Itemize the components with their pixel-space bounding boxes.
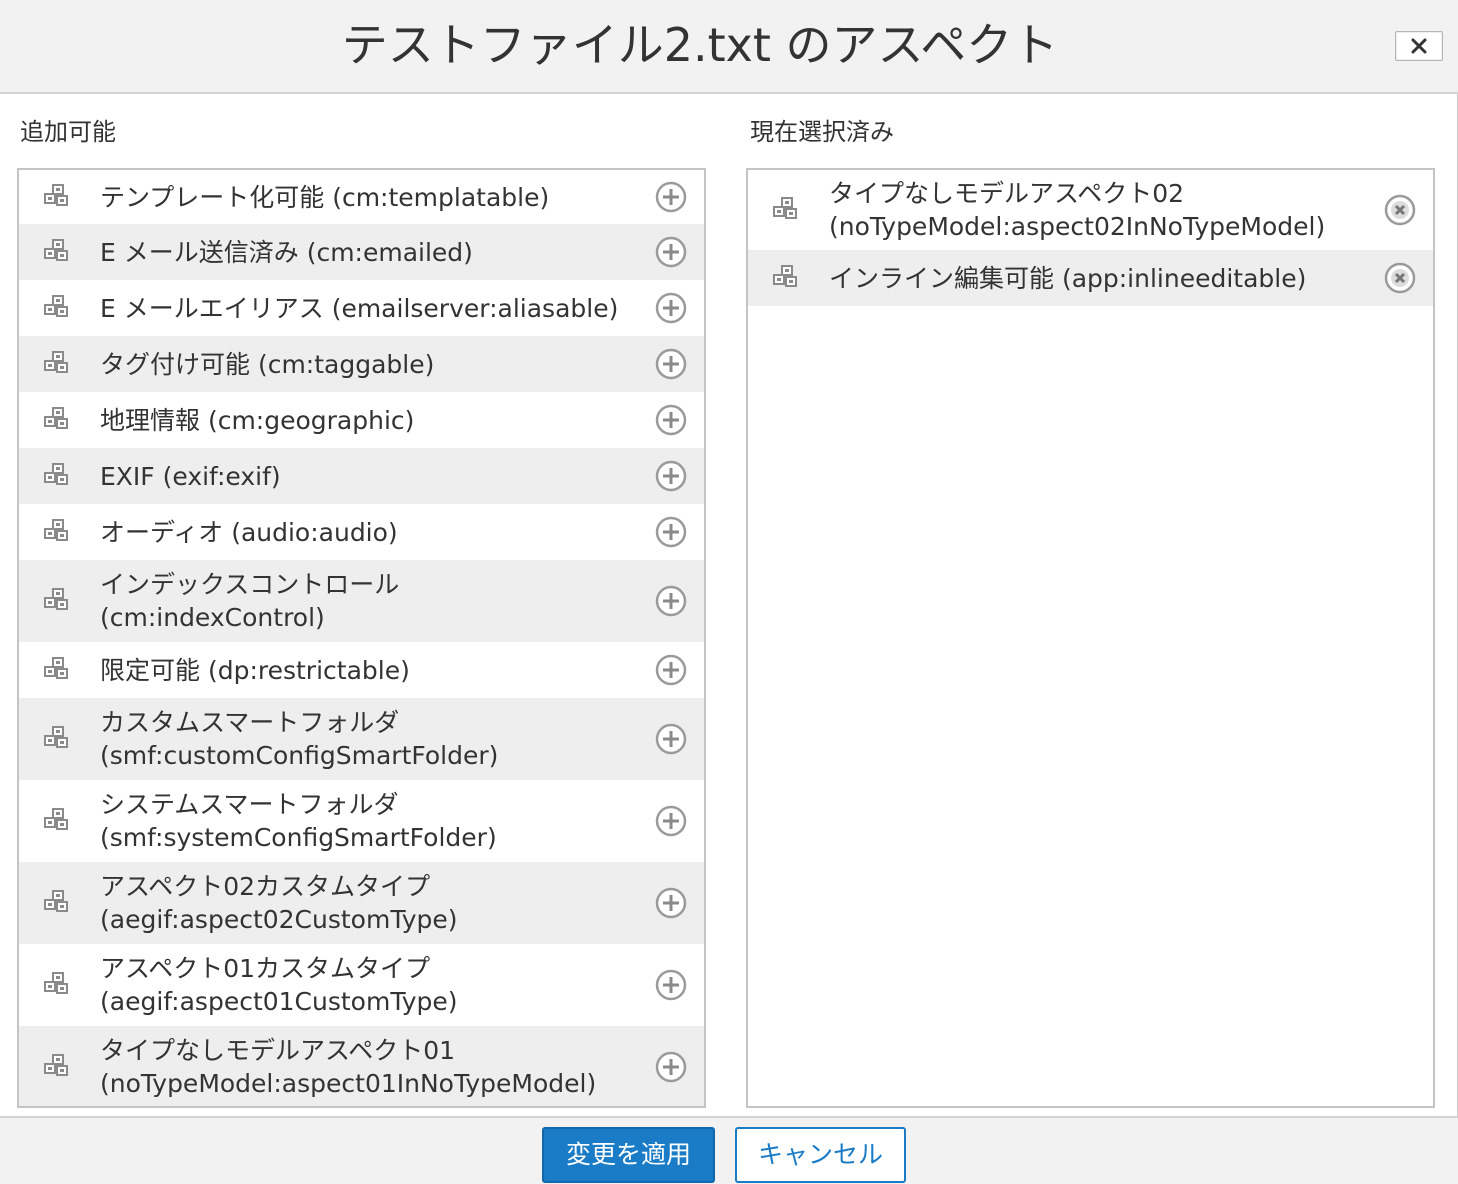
- aspect-label: タイプなしモデルアスペクト02 (noTypeModel:aspect02InNo…: [829, 177, 1325, 243]
- aspect-label-line: (smf:systemConfigSmartFolder): [100, 823, 497, 852]
- plus-circle-icon[interactable]: [654, 347, 688, 381]
- available-aspects-list[interactable]: テンプレート化可能 (cm:templatable) E メール送信済み (cm:…: [17, 168, 706, 1108]
- aspect-label: インデックスコントロール (cm:indexControl): [100, 568, 399, 634]
- aspect-row[interactable]: システムスマートフォルダ (smf:systemConfigSmartFolder…: [19, 780, 704, 862]
- aspect-label: 地理情報 (cm:geographic): [100, 404, 414, 437]
- aspect-row[interactable]: EXIF (exif:exif): [19, 448, 704, 504]
- aspect-cubes-icon: [44, 890, 68, 912]
- aspect-label-line: タイプなしモデルアスペクト02: [829, 179, 1185, 208]
- aspect-label-line: オーディオ (audio:audio): [100, 517, 398, 547]
- aspect-label: タイプなしモデルアスペクト01 (noTypeModel:aspect01InNo…: [100, 1034, 596, 1100]
- plus-circle-icon[interactable]: [654, 515, 688, 549]
- aspect-cubes-icon: [44, 351, 68, 373]
- aspect-label-line: (noTypeModel:aspect01InNoTypeModel): [100, 1069, 597, 1098]
- aspect-row[interactable]: タイプなしモデルアスペクト02 (noTypeModel:aspect02InNo…: [748, 170, 1433, 250]
- aspect-label: E メールエイリアス (emailserver:aliasable): [100, 292, 618, 325]
- aspect-label-line: 地理情報 (cm:geographic): [100, 405, 415, 435]
- aspect-label: EXIF (exif:exif): [100, 460, 281, 493]
- aspect-row[interactable]: E メールエイリアス (emailserver:aliasable): [19, 280, 704, 336]
- aspect-label-line: アスペクト02カスタムタイプ: [100, 872, 431, 901]
- dialog-title: テストファイル2.txt のアスペクト: [341, 18, 1059, 72]
- aspect-label-line: タグ付け可能 (cm:taggable): [100, 349, 435, 379]
- aspect-label-line: (smf:customConfigSmartFolder): [100, 741, 499, 770]
- aspect-cubes-icon: [44, 184, 68, 206]
- aspect-label-line: (aegif:aspect01CustomType): [100, 987, 458, 1016]
- aspect-label: カスタムスマートフォルダ (smf:customConfigSmartFolder…: [100, 706, 498, 772]
- plus-circle-icon[interactable]: [654, 291, 688, 325]
- aspect-cubes-icon: [44, 726, 68, 748]
- aspect-row[interactable]: インライン編集可能 (app:inlineeditable): [748, 250, 1433, 306]
- plus-circle-icon[interactable]: [654, 180, 688, 214]
- aspect-label-line: システムスマートフォルダ: [100, 790, 399, 819]
- aspect-label-line: インデックスコントロール: [100, 570, 400, 599]
- aspect-label-line: アスペクト01カスタムタイプ: [100, 954, 431, 983]
- aspect-cubes-icon: [44, 588, 68, 610]
- aspect-label: アスペクト02カスタムタイプ (aegif:aspect02CustomType): [100, 870, 458, 936]
- aspect-row[interactable]: テンプレート化可能 (cm:templatable): [19, 170, 704, 224]
- aspects-dialog: テストファイル2.txt のアスペクト 追加可能 現在選択済み テンプレート化可…: [0, 0, 1458, 1184]
- aspect-row[interactable]: アスペクト01カスタムタイプ (aegif:aspect01CustomType): [19, 944, 704, 1026]
- cancel-button[interactable]: キャンセル: [735, 1127, 906, 1183]
- aspect-row[interactable]: E メール送信済み (cm:emailed): [19, 224, 704, 280]
- aspect-cubes-icon: [44, 239, 68, 261]
- aspect-row[interactable]: アスペクト02カスタムタイプ (aegif:aspect02CustomType): [19, 862, 704, 944]
- aspect-cubes-icon: [773, 265, 797, 287]
- aspect-label: 限定可能 (dp:restrictable): [100, 654, 410, 687]
- plus-circle-icon[interactable]: [654, 403, 688, 437]
- plus-circle-icon[interactable]: [654, 653, 688, 687]
- aspect-label-line: インライン編集可能 (app:inlineeditable): [829, 263, 1307, 293]
- plus-circle-icon[interactable]: [654, 722, 688, 756]
- aspect-cubes-icon: [44, 972, 68, 994]
- aspect-cubes-icon: [44, 519, 68, 541]
- aspect-label-line: テンプレート化可能 (cm:templatable): [100, 182, 550, 212]
- aspect-row[interactable]: 限定可能 (dp:restrictable): [19, 642, 704, 698]
- aspect-label-line: (cm:indexControl): [100, 603, 325, 632]
- aspect-label: システムスマートフォルダ (smf:systemConfigSmartFolder…: [100, 788, 497, 854]
- plus-circle-icon[interactable]: [654, 235, 688, 269]
- aspect-label: インライン編集可能 (app:inlineeditable): [829, 262, 1306, 295]
- close-button[interactable]: [1395, 31, 1443, 61]
- aspect-label-line: 限定可能 (dp:restrictable): [100, 655, 410, 685]
- aspect-label: アスペクト01カスタムタイプ (aegif:aspect01CustomType): [100, 952, 458, 1018]
- plus-circle-icon[interactable]: [654, 459, 688, 493]
- selected-aspects-list[interactable]: タイプなしモデルアスペクト02 (noTypeModel:aspect02InNo…: [746, 168, 1435, 1108]
- aspect-row[interactable]: インデックスコントロール (cm:indexControl): [19, 560, 704, 642]
- aspect-cubes-icon: [773, 197, 797, 219]
- aspect-label: オーディオ (audio:audio): [100, 516, 398, 549]
- plus-circle-icon[interactable]: [654, 968, 688, 1002]
- aspect-cubes-icon: [44, 463, 68, 485]
- aspect-label-line: E メール送信済み (cm:emailed): [100, 237, 473, 267]
- available-header: 追加可能: [20, 118, 116, 146]
- aspect-row[interactable]: タイプなしモデルアスペクト01 (noTypeModel:aspect01InNo…: [19, 1026, 704, 1106]
- aspect-label-line: (aegif:aspect02CustomType): [100, 905, 458, 934]
- aspect-row[interactable]: カスタムスマートフォルダ (smf:customConfigSmartFolder…: [19, 698, 704, 780]
- aspect-label-line: (noTypeModel:aspect02InNoTypeModel): [829, 212, 1326, 241]
- aspect-cubes-icon: [44, 295, 68, 317]
- plus-circle-icon[interactable]: [654, 584, 688, 618]
- aspect-cubes-icon: [44, 657, 68, 679]
- x-circle-icon[interactable]: [1383, 193, 1417, 227]
- aspect-label: タグ付け可能 (cm:taggable): [100, 348, 434, 381]
- aspect-cubes-icon: [44, 808, 68, 830]
- plus-circle-icon[interactable]: [654, 804, 688, 838]
- aspect-label: E メール送信済み (cm:emailed): [100, 236, 473, 269]
- aspect-label: テンプレート化可能 (cm:templatable): [100, 181, 549, 214]
- aspect-row[interactable]: オーディオ (audio:audio): [19, 504, 704, 560]
- selected-header: 現在選択済み: [750, 118, 894, 146]
- aspect-label-line: タイプなしモデルアスペクト01: [100, 1036, 456, 1065]
- apply-changes-button[interactable]: 変更を適用: [542, 1127, 715, 1183]
- aspect-cubes-icon: [44, 1054, 68, 1076]
- aspect-label-line: E メールエイリアス (emailserver:aliasable): [100, 293, 619, 323]
- aspect-cubes-icon: [44, 407, 68, 429]
- dialog-title-bar: テストファイル2.txt のアスペクト: [0, 0, 1458, 94]
- plus-circle-icon[interactable]: [654, 886, 688, 920]
- aspect-row[interactable]: 地理情報 (cm:geographic): [19, 392, 704, 448]
- aspect-label-line: EXIF (exif:exif): [100, 461, 281, 491]
- dialog-footer: 変更を適用 キャンセル: [0, 1116, 1458, 1184]
- close-icon: [1411, 38, 1427, 54]
- plus-circle-icon[interactable]: [654, 1050, 688, 1084]
- aspect-row[interactable]: タグ付け可能 (cm:taggable): [19, 336, 704, 392]
- aspect-label-line: カスタムスマートフォルダ: [100, 708, 400, 737]
- x-circle-icon[interactable]: [1383, 261, 1417, 295]
